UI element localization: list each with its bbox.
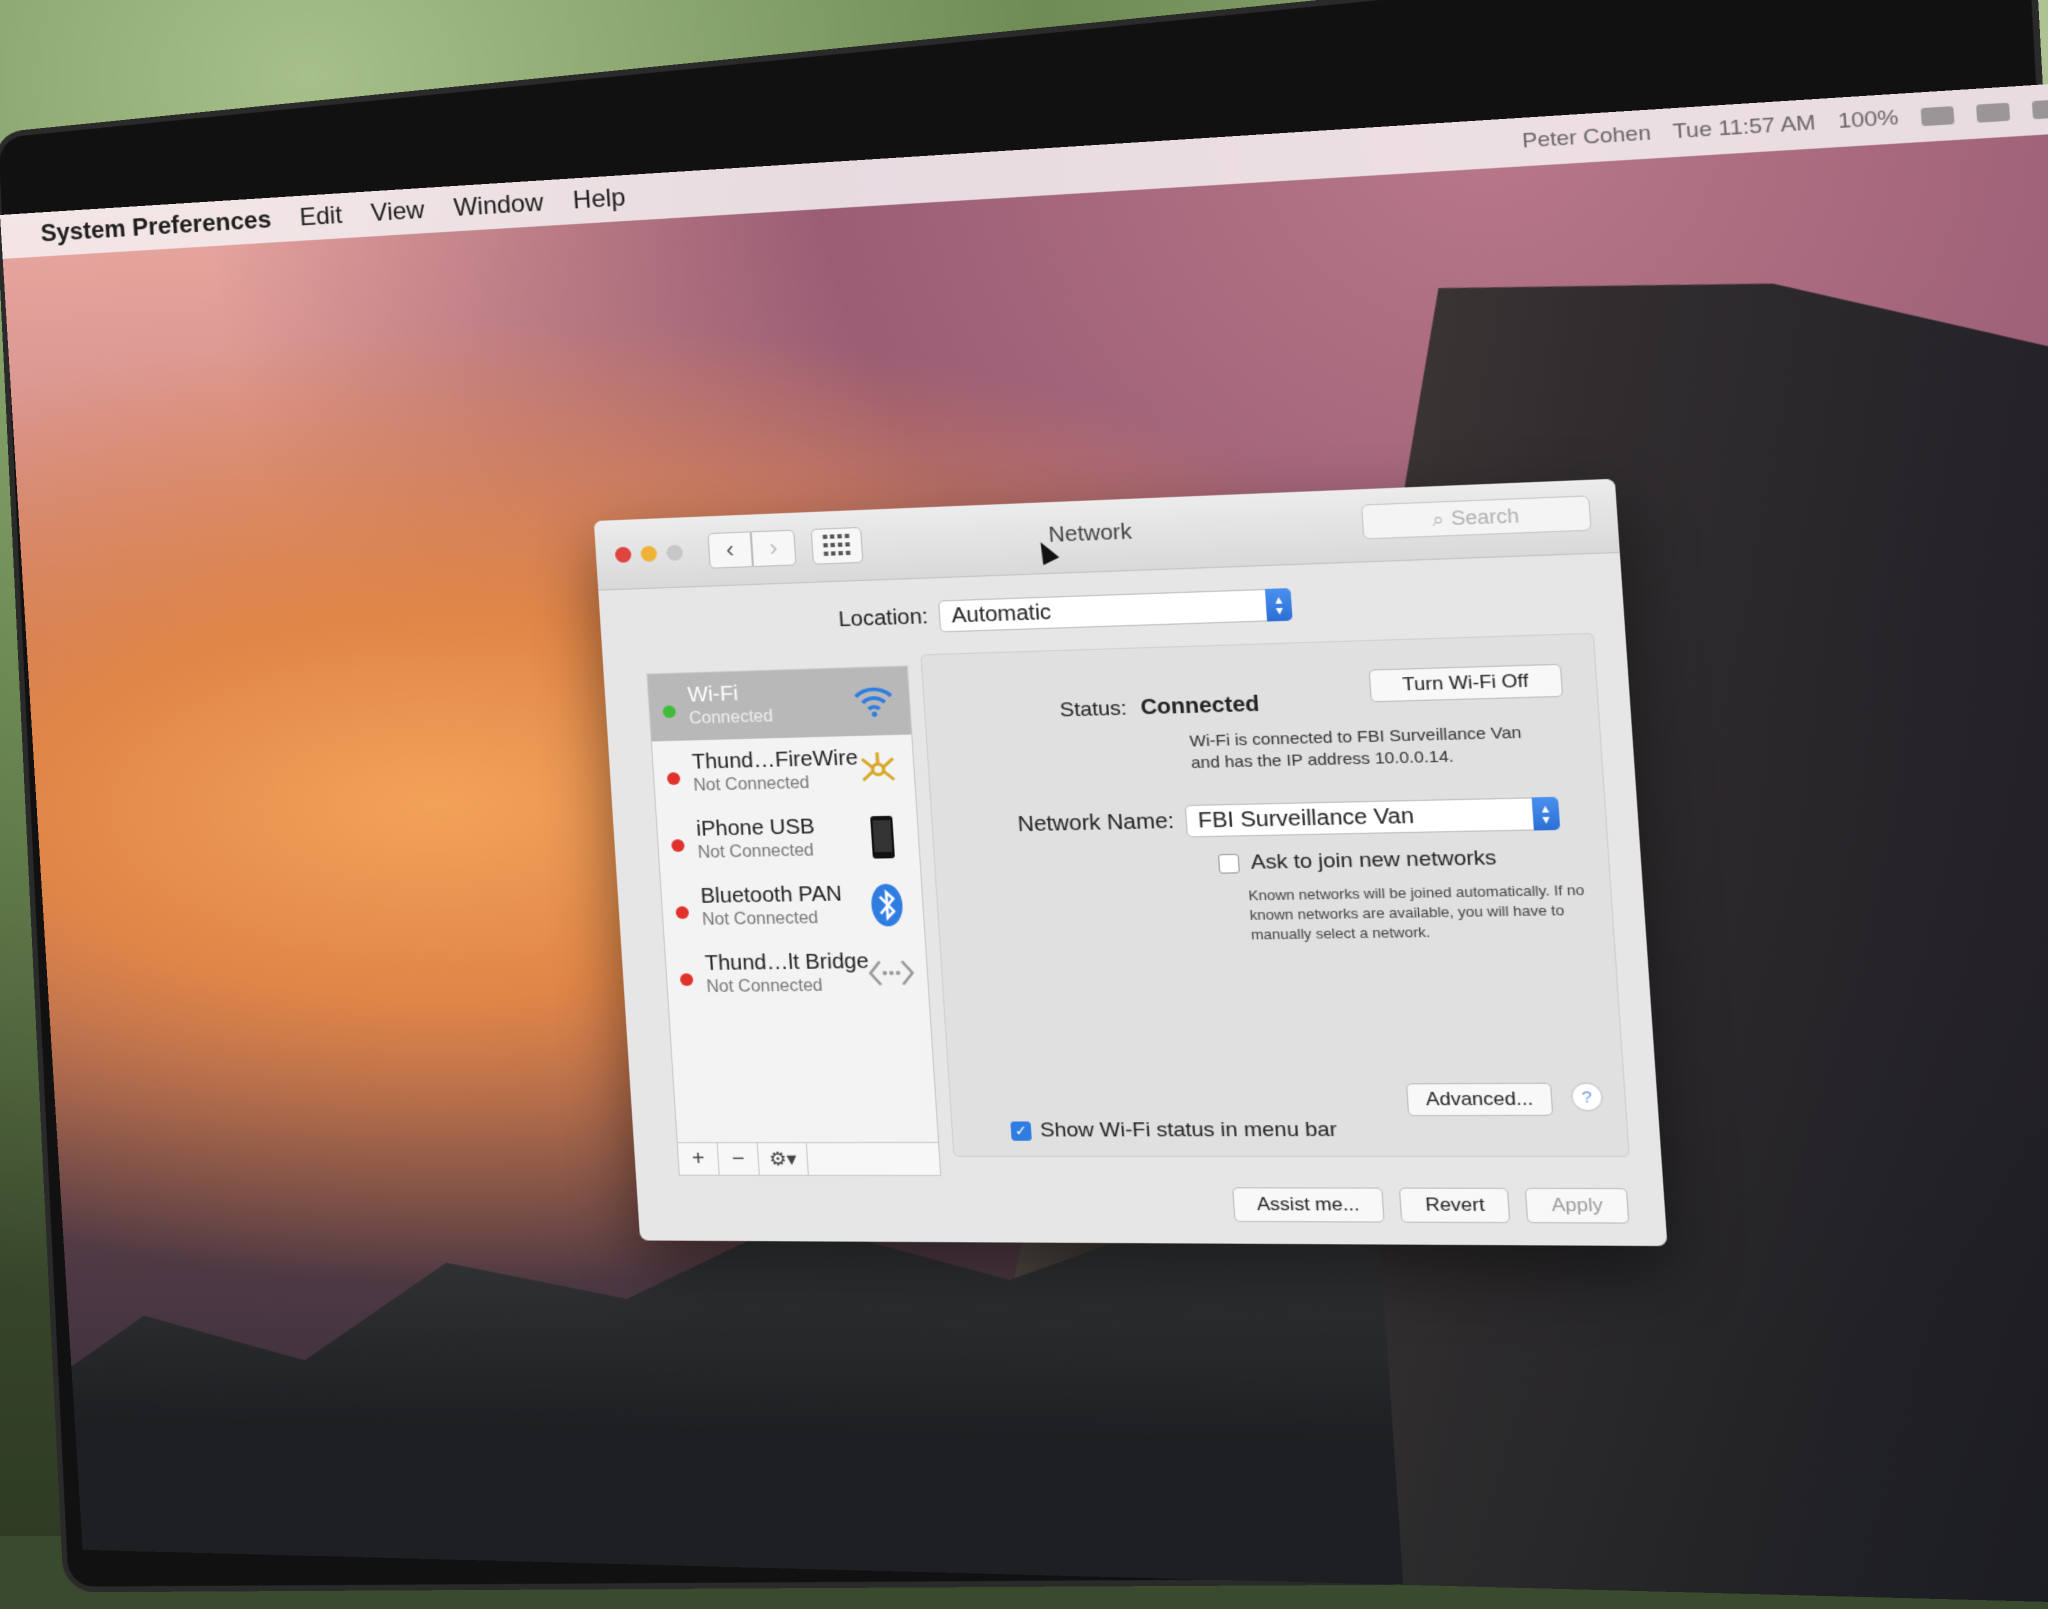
turn-wifi-off-button[interactable]: Turn Wi-Fi Off xyxy=(1369,664,1564,703)
menu-window[interactable]: Window xyxy=(453,189,545,223)
menu-help[interactable]: Help xyxy=(572,183,626,215)
service-wifi[interactable]: Wi-Fi Connected xyxy=(648,667,912,742)
menu-app-name[interactable]: System Preferences xyxy=(40,206,272,249)
service-list: Wi-Fi Connected Thund…FireWire Not Conne… xyxy=(646,665,941,1176)
network-name-value: FBI Surveillance Van xyxy=(1197,804,1414,834)
location-row: Location: Automatic ▴ ▾ xyxy=(837,588,1292,636)
location-value: Automatic xyxy=(951,600,1052,628)
detail-pane: Status: Connected Turn Wi-Fi Off Wi-Fi i… xyxy=(920,633,1629,1157)
service-iphone-usb[interactable]: iPhone USB Not Connected xyxy=(656,802,920,875)
revert-button[interactable]: Revert xyxy=(1399,1188,1511,1224)
location-label: Location: xyxy=(838,605,929,632)
volume-icon[interactable] xyxy=(1976,103,2010,123)
ask-join-label: Ask to join new networks xyxy=(1250,847,1497,876)
bluetooth-icon xyxy=(861,881,913,928)
ask-join-checkbox[interactable] xyxy=(1218,854,1240,874)
service-list-toolbar: + − ⚙▾ xyxy=(678,1142,940,1175)
network-window: ‹ › ▪▪▪▪ ▪▪▪▪ ▪▪▪▪ Network ⌕ Search Locati… xyxy=(594,479,1668,1246)
ask-join-description: Known networks will be joined automatica… xyxy=(1248,880,1607,945)
bridge-icon xyxy=(866,949,918,996)
menu-edit[interactable]: Edit xyxy=(299,201,343,232)
footer-buttons: Assist me... Revert Apply xyxy=(1232,1187,1630,1223)
assist-me-button[interactable]: Assist me... xyxy=(1232,1187,1386,1222)
status-value: Connected xyxy=(1140,692,1260,720)
search-icon: ⌕ xyxy=(1431,507,1445,531)
mac-screen: System Preferences Edit View Window Help… xyxy=(0,73,2048,1609)
window-titlebar: ‹ › ▪▪▪▪ ▪▪▪▪ ▪▪▪▪ Network ⌕ Search xyxy=(594,479,1620,591)
show-wifi-checkbox[interactable]: ✓ xyxy=(1010,1121,1031,1140)
iphone-icon xyxy=(857,813,909,861)
status-description: Wi-Fi is connected to FBI Surveillance V… xyxy=(1189,722,1544,775)
ask-join-row: Ask to join new networks xyxy=(1218,847,1498,876)
status-row: Status: Connected xyxy=(1059,692,1260,722)
location-select[interactable]: Automatic ▴ ▾ xyxy=(938,588,1293,632)
remove-service-button[interactable]: − xyxy=(718,1143,760,1175)
service-thunderbolt-bridge[interactable]: Thund…lt Bridge Not Connected xyxy=(665,939,929,1010)
menu-user[interactable]: Peter Cohen xyxy=(1521,122,1651,154)
status-dot xyxy=(671,839,685,852)
status-dot xyxy=(662,705,676,718)
advanced-button[interactable]: Advanced... xyxy=(1406,1083,1553,1117)
select-arrows-icon: ▴ ▾ xyxy=(1265,588,1293,621)
status-dot xyxy=(680,973,694,986)
apple-menu-icon[interactable] xyxy=(1,234,40,236)
status-label: Status: xyxy=(1059,697,1128,723)
search-field[interactable]: ⌕ Search xyxy=(1361,495,1592,539)
battery-icon[interactable] xyxy=(1921,106,1955,126)
gear-icon[interactable]: ⚙▾ xyxy=(758,1143,809,1175)
help-button[interactable]: ? xyxy=(1570,1082,1603,1111)
apply-button[interactable]: Apply xyxy=(1525,1188,1629,1224)
network-name-row: Network Name: FBI Surveillance Van ▴ ▾ xyxy=(1017,797,1560,841)
search-placeholder: Search xyxy=(1450,504,1520,530)
network-name-select[interactable]: FBI Surveillance Van ▴ ▾ xyxy=(1184,797,1560,838)
menu-battery[interactable]: 100% xyxy=(1837,106,1899,135)
wifi-icon xyxy=(848,677,900,725)
add-service-button[interactable]: + xyxy=(678,1143,720,1175)
show-wifi-label: Show Wi-Fi status in menu bar xyxy=(1039,1119,1337,1143)
firewire-icon xyxy=(852,745,904,793)
wifi-menu-icon[interactable] xyxy=(2032,99,2048,119)
menu-view[interactable]: View xyxy=(370,196,425,228)
service-bluetooth-pan[interactable]: Bluetooth PAN Not Connected xyxy=(661,870,925,942)
show-wifi-row: ✓ Show Wi-Fi status in menu bar xyxy=(1010,1119,1338,1143)
network-name-label: Network Name: xyxy=(1017,809,1175,837)
select-arrows-icon: ▴ ▾ xyxy=(1531,797,1560,831)
status-dot xyxy=(675,906,689,919)
status-dot xyxy=(667,772,681,785)
service-firewire[interactable]: Thund…FireWire Not Connected xyxy=(652,734,916,808)
menu-clock[interactable]: Tue 11:57 AM xyxy=(1672,111,1817,144)
